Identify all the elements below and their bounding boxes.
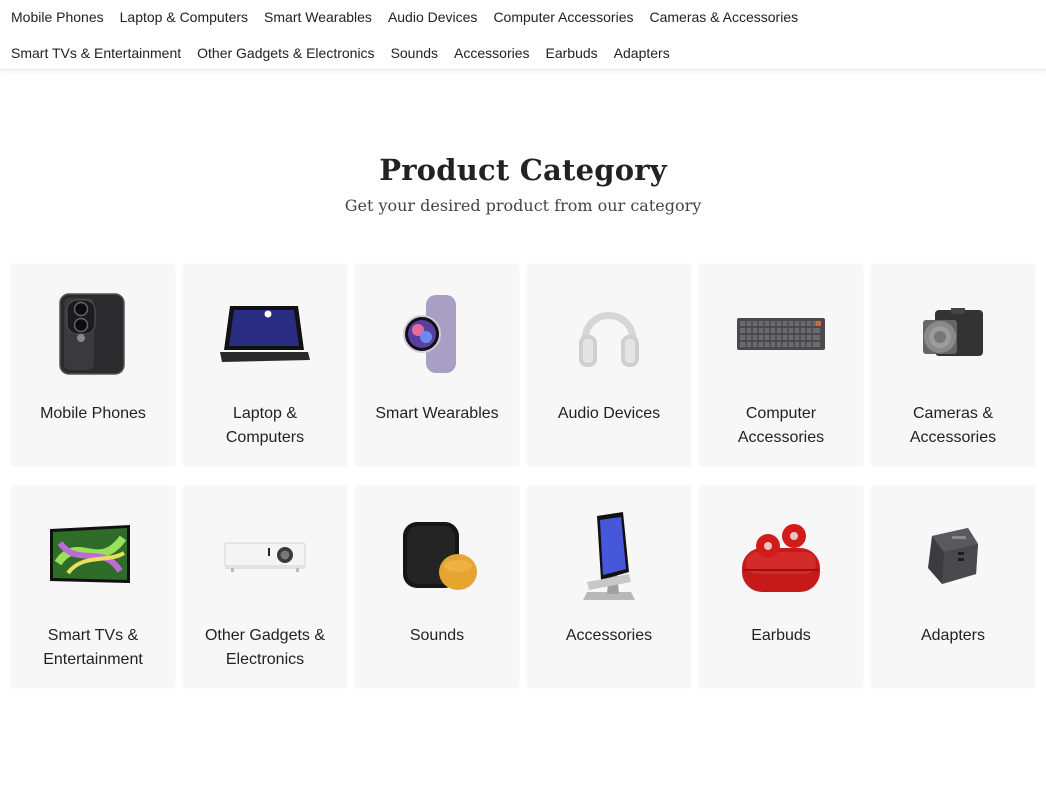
nav-link-adapters[interactable]: Adapters [614, 44, 670, 62]
top-navigation: Mobile Phones Laptop & Computers Smart W… [0, 0, 1046, 70]
category-label: Smart Wearables [375, 405, 499, 422]
category-card-cameras-accessories[interactable]: Cameras & Accessories [871, 264, 1035, 466]
category-card-earbuds[interactable]: Earbuds [699, 486, 863, 688]
category-label: Mobile Phones [40, 405, 146, 422]
nav-link-laptop-computers[interactable]: Laptop & Computers [120, 8, 248, 26]
category-label: Adapters [920, 627, 986, 644]
category-heading: Product Category Get your desired produc… [0, 150, 1046, 218]
category-label: Smart TVs & Entertainment [43, 627, 143, 668]
category-card-smart-tvs-entertainment[interactable]: Smart TVs & Entertainment [11, 486, 175, 688]
phone-stand-icon [559, 506, 659, 606]
nav-link-smart-wearables[interactable]: Smart Wearables [264, 8, 372, 26]
category-grid: Mobile Phones Laptop & Computers Smart W… [11, 264, 1035, 688]
category-label: Audio Devices [557, 405, 661, 422]
nav-link-mobile-phones[interactable]: Mobile Phones [11, 8, 104, 26]
category-card-mobile-phones[interactable]: Mobile Phones [11, 264, 175, 466]
headphones-icon [559, 284, 659, 384]
projector-icon [215, 506, 315, 606]
tv-icon [43, 506, 143, 606]
earbuds-icon [731, 506, 831, 606]
page-subtitle: Get your desired product from our catego… [344, 196, 702, 215]
category-card-other-gadgets-electronics[interactable]: Other Gadgets & Electronics [183, 486, 347, 688]
category-label: Accessories [565, 627, 653, 644]
nav-row-1: Mobile Phones Laptop & Computers Smart W… [11, 8, 798, 26]
category-label: Computer Accessories [737, 405, 825, 446]
smartwatch-icon [387, 284, 487, 384]
category-card-computer-accessories[interactable]: Computer Accessories [699, 264, 863, 466]
nav-link-computer-accessories[interactable]: Computer Accessories [493, 8, 633, 26]
smart-speaker-icon [387, 506, 487, 606]
category-card-adapters[interactable]: Adapters [871, 486, 1035, 688]
laptop-icon [215, 284, 315, 384]
nav-link-accessories[interactable]: Accessories [454, 44, 529, 62]
nav-link-audio-devices[interactable]: Audio Devices [388, 8, 478, 26]
category-label: Laptop & Computers [225, 405, 305, 446]
category-label: Cameras & Accessories [909, 405, 997, 446]
page-title: Product Category [379, 153, 667, 187]
nav-row-2: Smart TVs & Entertainment Other Gadgets … [11, 44, 670, 62]
category-label: Earbuds [751, 627, 811, 644]
category-label: Sounds [409, 627, 465, 644]
nav-link-sounds[interactable]: Sounds [391, 44, 438, 62]
nav-link-smart-tvs[interactable]: Smart TVs & Entertainment [11, 44, 181, 62]
category-card-accessories[interactable]: Accessories [527, 486, 691, 688]
category-card-laptop-computers[interactable]: Laptop & Computers [183, 264, 347, 466]
category-card-audio-devices[interactable]: Audio Devices [527, 264, 691, 466]
smartphone-icon [43, 284, 143, 384]
nav-link-earbuds[interactable]: Earbuds [546, 44, 598, 62]
nav-link-other-gadgets[interactable]: Other Gadgets & Electronics [197, 44, 374, 62]
keyboard-icon [731, 284, 831, 384]
category-card-sounds[interactable]: Sounds [355, 486, 519, 688]
category-label: Other Gadgets & Electronics [204, 627, 326, 668]
camera-icon [903, 284, 1003, 384]
category-card-smart-wearables[interactable]: Smart Wearables [355, 264, 519, 466]
charger-adapter-icon [903, 506, 1003, 606]
nav-link-cameras-accessories[interactable]: Cameras & Accessories [650, 8, 799, 26]
